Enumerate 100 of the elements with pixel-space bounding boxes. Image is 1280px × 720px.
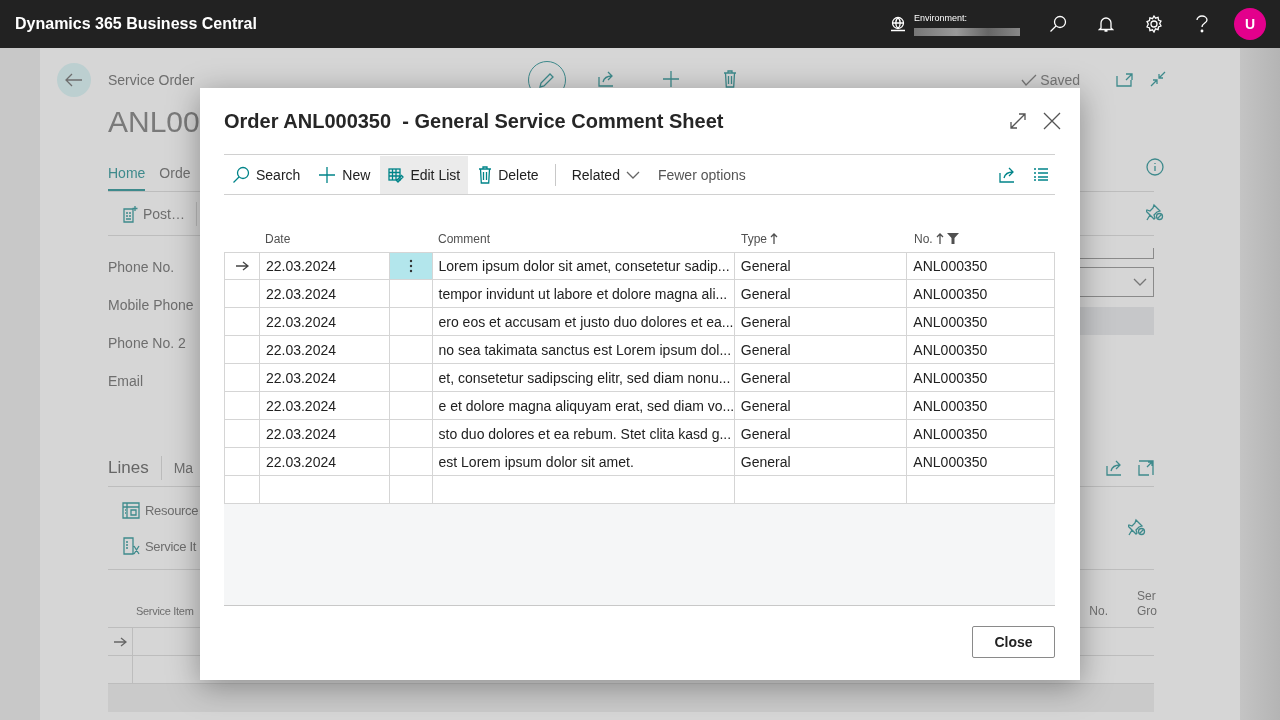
toolbar-button[interactable]: Search [224, 155, 309, 194]
table-cell: tempor invidunt ut labore et dolore magna ali... [432, 280, 735, 307]
share-icon[interactable] [999, 166, 1017, 183]
current-row-arrow-icon [234, 261, 249, 271]
table-cell: 22.03.2024 [259, 420, 390, 447]
column-header: Ser Gro [1137, 589, 1157, 619]
column-header[interactable]: Comment [438, 231, 490, 246]
table-cell: General [734, 420, 908, 447]
section-tab[interactable]: Ma [173, 460, 194, 476]
row-arrow-icon [113, 636, 127, 647]
close-button[interactable]: Close [972, 626, 1055, 658]
app-title: Dynamics 365 Business Central [15, 15, 257, 33]
maximize-icon[interactable] [1009, 112, 1027, 130]
chevron-down-icon [1133, 278, 1147, 286]
post-icon [122, 204, 138, 223]
search-icon[interactable] [1049, 15, 1067, 33]
open-in-new-window-icon[interactable] [1116, 73, 1134, 87]
page-title: ANL00 [108, 104, 200, 140]
table-cell: General [734, 280, 908, 307]
filter-icon [946, 233, 959, 244]
table-cell-text: ANL000350 [912, 257, 989, 276]
edit-list-icon [388, 166, 405, 183]
close-icon[interactable] [1043, 112, 1061, 130]
share-icon[interactable] [598, 70, 616, 87]
field-label: Phone No. 2 [108, 334, 187, 353]
pin-icon[interactable] [1146, 203, 1164, 221]
expand-icon[interactable] [1138, 460, 1154, 476]
table-cell-text: ANL000350 [912, 424, 989, 444]
toolbar-button[interactable]: Edit List [380, 155, 469, 194]
column-header: Service Item [136, 604, 194, 619]
resource-icon [122, 501, 140, 519]
field-label: Email [108, 372, 144, 391]
page-tab[interactable]: Orde [159, 165, 191, 191]
table-cell-text: ANL000350 [912, 396, 989, 416]
saved-status: Saved [1040, 72, 1080, 88]
environment-label: Environment: [914, 12, 969, 23]
table-cell-text: ANL000350 [912, 452, 989, 472]
sort-up-icon [770, 233, 778, 244]
field-label: Mobile Phone [108, 296, 194, 315]
dialog-title: Order ANL000350 - General Service Comment Sheet [224, 109, 724, 133]
service-item-icon [122, 537, 140, 555]
column-header: No. [1089, 604, 1108, 619]
menu-button[interactable]: Related [563, 155, 648, 194]
back-button[interactable] [57, 63, 91, 97]
table-cell: e et dolore magna aliquyam erat, sed diam vo... [432, 392, 735, 419]
settings-icon[interactable] [1145, 15, 1163, 33]
trash-icon[interactable] [723, 69, 737, 88]
table-cell: Lorem ipsum dolor sit amet, consetetur sadip... [432, 253, 735, 279]
table-cell: est Lorem ipsum dolor sit amet. [432, 448, 735, 475]
table-cell: et, consetetur sadipscing elitr, sed diam nonu... [432, 364, 735, 391]
toolbar-button[interactable]: Delete [470, 155, 547, 194]
table-cell: General [734, 448, 908, 475]
table-cell: 22.03.2024 [259, 336, 390, 363]
breadcrumb: Service Order [108, 72, 196, 88]
table-cell: 22.03.2024 [259, 364, 390, 391]
table-cell: General [734, 364, 908, 391]
table-cell-text: ANL000350 [912, 312, 989, 332]
table-cell: General [734, 336, 908, 363]
globe-icon[interactable] [890, 16, 906, 32]
column-header[interactable]: No. [914, 231, 933, 246]
table-cell: 22.03.2024 [259, 308, 390, 335]
table-cell: 22.03.2024 [259, 280, 390, 307]
toolbar-button[interactable]: New [310, 155, 379, 194]
table-cell: ero eos et accusam et justo duo dolores et ea... [432, 308, 735, 335]
toolbar-link[interactable]: Fewer options [649, 155, 754, 194]
sort-up-icon [935, 233, 944, 244]
lines-action[interactable]: Service It [145, 538, 197, 554]
post-action[interactable]: Post… [143, 205, 185, 222]
table-cell: 22.03.2024 [259, 448, 390, 475]
back-arrow-icon [65, 73, 83, 87]
column-header[interactable]: Date [265, 231, 291, 246]
table-cell-text: ANL000350 [912, 284, 989, 304]
field-label: Phone No. [108, 258, 176, 277]
plus-icon[interactable] [662, 69, 680, 88]
table-cell: 22.03.2024 [259, 392, 390, 419]
pin-icon[interactable] [1128, 517, 1146, 536]
table-cell-text: ANL000350 [912, 368, 989, 388]
share-icon[interactable] [1106, 460, 1124, 476]
table-cell-text: ANL000350 [912, 340, 989, 360]
info-icon[interactable] [1146, 158, 1164, 176]
plus-icon [318, 165, 337, 184]
pencil-icon [538, 71, 556, 89]
table-cell: 22.03.2024 [259, 253, 390, 279]
list-icon[interactable] [1033, 166, 1049, 181]
check-icon [1021, 74, 1038, 86]
table-cell: General [734, 392, 908, 419]
table-cell: no sea takimata sanctus est Lorem ipsum dol... [432, 336, 735, 363]
collapse-icon[interactable] [1150, 70, 1166, 87]
more-options-icon[interactable] [408, 259, 413, 273]
bell-icon[interactable] [1098, 15, 1114, 33]
table-cell: General [734, 308, 908, 335]
column-header[interactable]: Type [741, 231, 767, 246]
table-cell: General [734, 253, 908, 279]
lines-action[interactable]: Resource [145, 502, 199, 518]
table-cell: sto duo dolores et ea rebum. Stet clita kasd g... [432, 420, 735, 447]
user-avatar[interactable]: U [1234, 8, 1266, 40]
trash-icon [478, 165, 493, 184]
help-icon[interactable] [1195, 15, 1209, 33]
chevron-down-icon [625, 170, 640, 179]
section-title: Lines [108, 458, 149, 478]
